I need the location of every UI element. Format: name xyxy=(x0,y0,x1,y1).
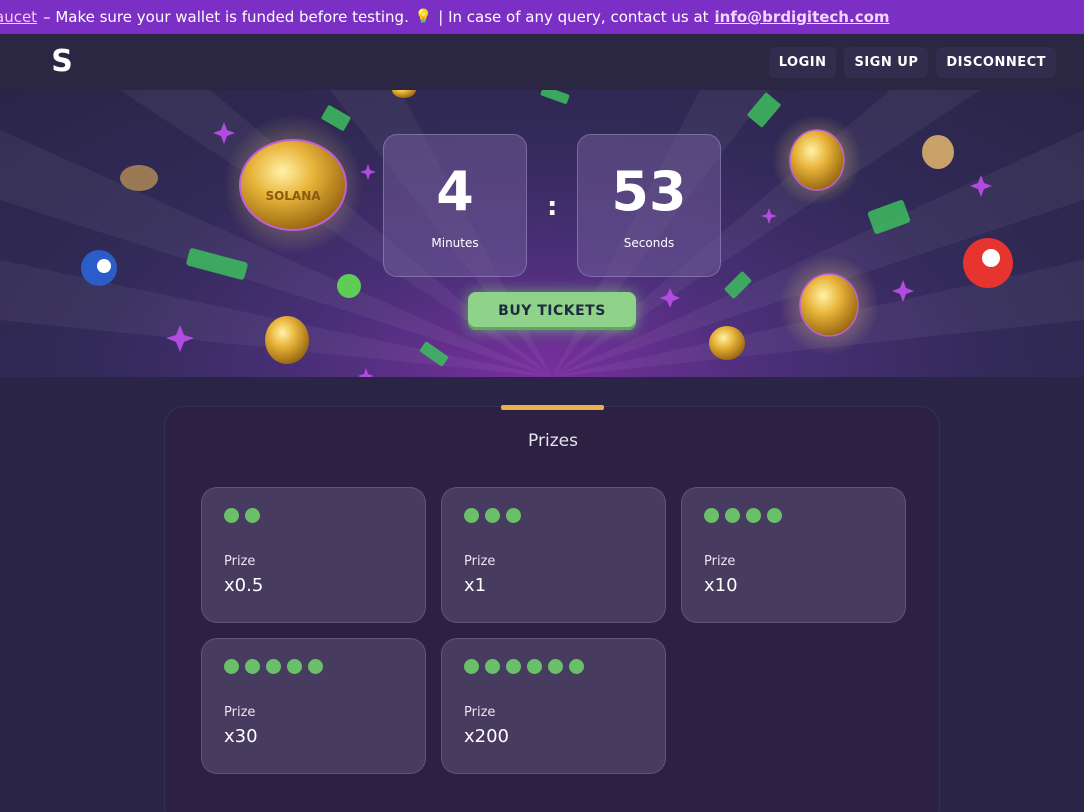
prize-label: Prize xyxy=(464,705,496,720)
prize-balls xyxy=(224,508,403,524)
ball-icon xyxy=(767,508,782,523)
prize-label: Prize xyxy=(464,554,496,569)
contact-email-link[interactable]: info@brdigitech.com xyxy=(715,8,890,26)
prize-card: Prize x1 xyxy=(441,487,666,623)
coin-icon xyxy=(709,326,745,360)
svg-text:SOLANA: SOLANA xyxy=(265,189,321,203)
disconnect-button[interactable]: DISCONNECT xyxy=(936,46,1056,78)
ball-icon xyxy=(485,659,500,674)
login-button[interactable]: LOGIN xyxy=(768,46,837,78)
ball-icon xyxy=(746,508,761,523)
ball-icon xyxy=(224,508,239,523)
buy-tickets-button[interactable]: BUY TICKETS xyxy=(468,292,636,330)
ball-icon xyxy=(308,659,323,674)
light-rays xyxy=(0,90,1084,377)
ball-icon xyxy=(704,508,719,523)
lottery-ball-icon xyxy=(337,274,361,298)
nav-links: LOGIN SIGN UP DISCONNECT xyxy=(768,46,1056,78)
coin-icon xyxy=(120,165,158,191)
ball-icon xyxy=(245,659,260,674)
prize-multiplier: x1 xyxy=(464,575,487,596)
ball-icon xyxy=(506,659,521,674)
timer-separator: : xyxy=(547,192,558,222)
prize-multiplier: x10 xyxy=(704,575,738,596)
lightbulb-icon: 💡 xyxy=(414,9,433,25)
contact-text: | In case of any query, contact us at xyxy=(438,8,709,26)
faucet-link[interactable]: aucet xyxy=(0,8,37,26)
ball-icon xyxy=(266,659,281,674)
prize-label: Prize xyxy=(224,705,256,720)
prize-balls xyxy=(464,659,643,675)
solana-coin-icon: SOLANA xyxy=(223,115,363,255)
prize-balls xyxy=(704,508,883,524)
prize-multiplier: x30 xyxy=(224,726,258,747)
seconds-card: 53 Seconds xyxy=(577,134,721,277)
top-nav: S LOGIN SIGN UP DISCONNECT xyxy=(0,34,1084,90)
prize-multiplier: x0.5 xyxy=(224,575,264,596)
prize-label: Prize xyxy=(704,554,736,569)
coin-icon xyxy=(265,316,309,364)
minutes-label: Minutes xyxy=(431,235,479,250)
ball-icon xyxy=(548,659,563,674)
prize-multiplier: x200 xyxy=(464,726,510,747)
prize-balls xyxy=(464,508,643,524)
prizes-panel: Prizes Prize x0.5 Prize x1 Prize x10 Pri… xyxy=(164,406,940,812)
minutes-value: 4 xyxy=(436,159,474,223)
logo[interactable]: S xyxy=(50,47,74,77)
ball-icon xyxy=(245,508,260,523)
prizes-accent-bar xyxy=(501,405,604,410)
prizes-title: Prizes xyxy=(528,431,578,451)
ball-icon xyxy=(464,659,479,674)
solana-coin-icon xyxy=(779,255,879,355)
prize-card: Prize x30 xyxy=(201,638,426,774)
ball-icon xyxy=(725,508,740,523)
signup-button[interactable]: SIGN UP xyxy=(844,46,929,78)
prize-label: Prize xyxy=(224,554,256,569)
hero-banner: SOLANA 4 Minutes: 53 Seconds BUY TICKET… xyxy=(0,90,1084,377)
ball-icon xyxy=(485,508,500,523)
seconds-value: 53 xyxy=(611,159,687,223)
ball-icon xyxy=(224,659,239,674)
ball-icon xyxy=(287,659,302,674)
ball-icon xyxy=(527,659,542,674)
ball-icon xyxy=(569,659,584,674)
announcement-bar: aucet – Make sure your wallet is funded … xyxy=(0,0,1084,34)
ball-icon xyxy=(464,508,479,523)
minutes-card: 4 Minutes xyxy=(383,134,527,277)
prize-card: Prize x0.5 xyxy=(201,487,426,623)
announcement-message: – Make sure your wallet is funded before… xyxy=(43,8,409,26)
prize-card: Prize x200 xyxy=(441,638,666,774)
prize-card: Prize x10 xyxy=(681,487,906,623)
seconds-label: Seconds xyxy=(623,235,675,250)
hero-decoration: SOLANA xyxy=(0,90,1084,377)
coin-icon xyxy=(922,135,954,169)
billiard-ball-icon xyxy=(81,250,117,286)
lottery-ball-icon xyxy=(963,238,1013,288)
solana-coin-icon xyxy=(772,115,862,205)
ball-icon xyxy=(506,508,521,523)
prize-balls xyxy=(224,659,403,675)
